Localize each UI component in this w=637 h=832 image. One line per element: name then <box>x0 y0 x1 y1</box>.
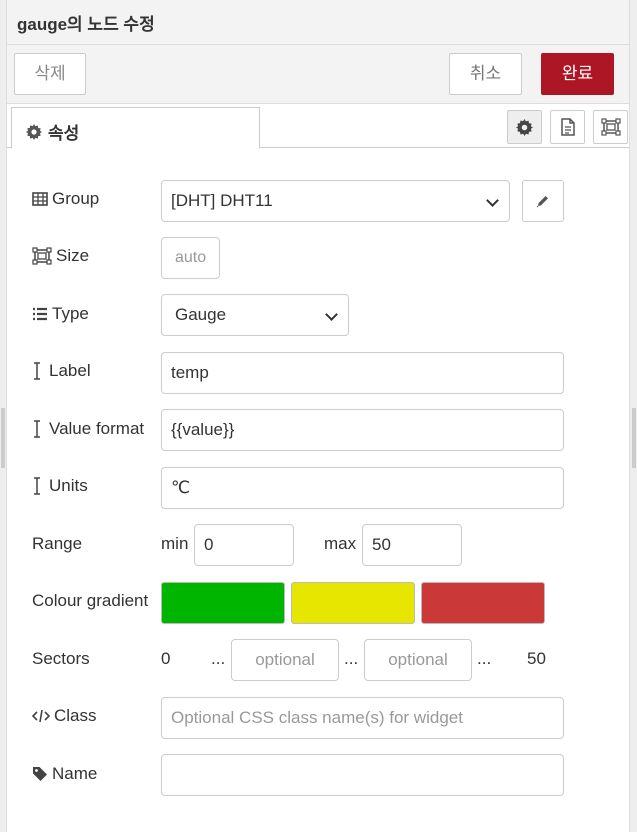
group-select[interactable]: [DHT] DHT11 <box>161 180 510 222</box>
resize-icon <box>600 118 621 136</box>
value-format-label: Value format <box>32 419 144 439</box>
colour-gradient-label: Colour gradient <box>32 591 149 610</box>
delete-button[interactable]: 삭제 <box>14 53 86 95</box>
tab-properties[interactable]: 속성 <box>11 107 260 149</box>
sectors-separator: ... <box>477 649 492 668</box>
document-icon <box>560 118 576 136</box>
resize-icon <box>32 247 52 265</box>
gear-icon <box>516 118 533 136</box>
sectors-label: Sectors <box>32 649 90 668</box>
text-cursor-icon <box>32 362 42 380</box>
sectors-separator: ... <box>344 649 359 668</box>
table-icon <box>32 192 48 206</box>
units-input[interactable]: ℃ <box>161 467 564 509</box>
name-input[interactable] <box>161 754 564 796</box>
node-edit-panel: gauge의 노드 수정 삭제 취소 완료 속성 Group [DHT] DHT… <box>7 0 629 832</box>
type-select[interactable]: Gauge <box>161 294 349 336</box>
right-resize-grip[interactable] <box>632 408 636 468</box>
sector-2-input[interactable]: optional <box>364 639 472 681</box>
right-edge <box>629 0 637 832</box>
cancel-button[interactable]: 취소 <box>449 53 522 95</box>
done-button[interactable]: 완료 <box>541 53 614 95</box>
sector-1-input[interactable]: optional <box>231 639 339 681</box>
edit-group-button[interactable] <box>522 180 564 222</box>
left-edge <box>0 0 7 832</box>
group-label: Group <box>32 189 99 209</box>
appearance-tab-button[interactable] <box>593 110 628 144</box>
label-input[interactable]: temp <box>161 352 564 394</box>
range-min-input[interactable]: 0 <box>194 524 294 566</box>
tab-bar: 속성 <box>7 104 629 149</box>
left-resize-grip[interactable] <box>1 408 5 468</box>
name-label: Name <box>32 764 97 784</box>
colour-swatch-mid[interactable] <box>291 582 415 624</box>
size-label: Size <box>32 246 89 266</box>
properties-tab-button[interactable] <box>507 110 542 144</box>
description-tab-button[interactable] <box>550 110 585 144</box>
text-cursor-icon <box>32 420 42 438</box>
tab-properties-label: 속성 <box>48 124 80 143</box>
panel-title: gauge의 노드 수정 <box>7 0 629 45</box>
colour-swatch-high[interactable] <box>421 582 545 624</box>
range-label: Range <box>32 534 83 553</box>
gear-icon <box>26 123 42 140</box>
class-label: Class <box>32 706 97 726</box>
list-icon <box>32 307 48 321</box>
type-label: Type <box>32 304 89 324</box>
units-label: Units <box>32 476 88 496</box>
range-max-input[interactable]: 50 <box>362 524 462 566</box>
label-label: Label <box>32 361 91 381</box>
sectors-separator: ... <box>211 649 226 668</box>
range-min-label: min <box>161 534 189 553</box>
tag-icon <box>32 766 48 782</box>
value-format-input[interactable]: {{value}} <box>161 409 564 451</box>
code-icon <box>32 709 50 723</box>
colour-swatch-low[interactable] <box>161 582 285 624</box>
sectors-end: 50 <box>527 649 546 668</box>
button-bar: 삭제 취소 완료 <box>7 45 629 104</box>
range-max-label: max <box>324 534 357 553</box>
sectors-start: 0 <box>161 649 171 668</box>
text-cursor-icon <box>32 477 42 495</box>
pencil-icon <box>536 194 550 208</box>
size-button[interactable]: auto <box>161 237 220 279</box>
class-input[interactable]: Optional CSS class name(s) for widget <box>161 697 564 739</box>
